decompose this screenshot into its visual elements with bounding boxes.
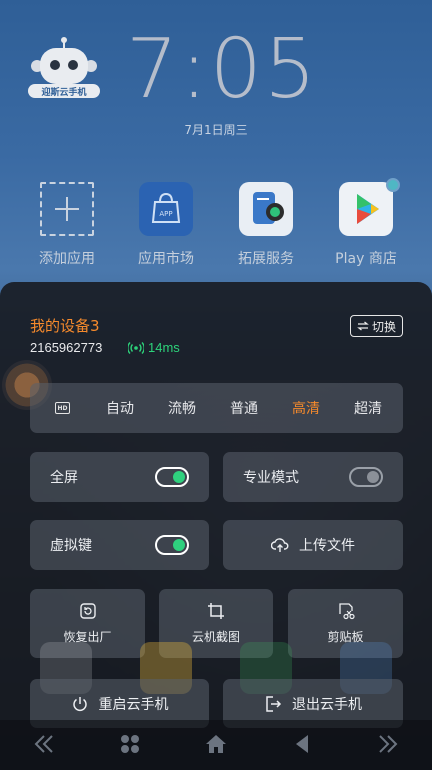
clock-time: 7:05 (126, 22, 319, 117)
menu-grid-icon[interactable] (118, 732, 142, 756)
restore-icon (79, 603, 96, 619)
upload-file-button[interactable]: 上传文件 (223, 520, 403, 570)
quality-option-ultra[interactable]: 超清 (337, 398, 399, 418)
virtual-keys-row: 虚拟键 (30, 520, 209, 570)
clock-date: 7月1日周三 (184, 123, 248, 137)
pro-mode-toggle[interactable] (349, 467, 383, 487)
double-chevron-left-icon[interactable] (32, 732, 56, 756)
svg-text:迎斯云手机: 迎斯云手机 (41, 86, 86, 98)
signal-icon (128, 341, 144, 354)
app-extension-service[interactable]: 拓展服务 (216, 182, 316, 268)
notification-dot (386, 178, 400, 192)
quality-option-auto[interactable]: 自动 (89, 398, 151, 418)
quality-selector: HD 自动 流畅 普通 高清 超清 (30, 383, 403, 433)
logout-icon (266, 695, 282, 712)
virtual-keys-toggle[interactable] (155, 535, 189, 555)
switch-label: 切换 (371, 319, 396, 334)
app-label: 拓展服务 (238, 251, 294, 267)
app-label: 添加应用 (39, 251, 95, 267)
fullscreen-toggle[interactable] (155, 467, 189, 487)
app-label: Play 商店 (335, 251, 397, 267)
crop-icon (208, 603, 224, 619)
clipboard-scissors-icon (338, 603, 355, 620)
power-icon (72, 696, 87, 711)
fullscreen-row: 全屏 (30, 452, 209, 502)
hd-icon: HD (55, 402, 70, 414)
swap-icon (357, 321, 369, 331)
pro-mode-row: 专业模式 (223, 452, 403, 502)
app-store[interactable]: APP 应用市场 (116, 182, 216, 268)
exit-label: 退出云手机 (292, 696, 362, 713)
pro-mode-label: 专业模式 (243, 470, 299, 486)
robot-logo-icon: 迎斯云手机 (28, 37, 100, 98)
bottom-navigation-bar (0, 720, 432, 770)
double-chevron-right-icon[interactable] (376, 732, 400, 756)
app-store-icon: APP (139, 182, 193, 236)
virtual-keys-label: 虚拟键 (50, 538, 92, 554)
restart-label: 重启云手机 (98, 696, 169, 713)
app-add[interactable]: 添加应用 (17, 182, 117, 268)
quality-option-smooth[interactable]: 流畅 (151, 398, 213, 418)
back-triangle-icon[interactable] (290, 732, 314, 756)
device-name: 我的设备3 (30, 317, 100, 335)
fullscreen-label: 全屏 (50, 470, 78, 486)
svg-text:APP: APP (159, 210, 172, 218)
app-label: 应用市场 (138, 251, 194, 267)
upload-label: 上传文件 (299, 538, 355, 554)
screenshot-label: 云机截图 (191, 630, 240, 644)
quality-option-normal[interactable]: 普通 (213, 398, 275, 418)
quality-option-hd[interactable]: 高清 (275, 398, 337, 418)
upload-cloud-icon (271, 538, 289, 552)
extension-service-icon (239, 182, 293, 236)
add-app-icon (40, 182, 94, 236)
switch-device-button[interactable]: 切换 (350, 315, 403, 337)
ping-value: 14ms (148, 340, 180, 355)
app-play-store[interactable]: Play 商店 (316, 178, 416, 268)
device-id: 2165962773 (30, 340, 103, 355)
home-icon[interactable] (204, 732, 228, 756)
play-store-icon (339, 178, 400, 236)
ping-indicator: 14ms (128, 340, 180, 355)
